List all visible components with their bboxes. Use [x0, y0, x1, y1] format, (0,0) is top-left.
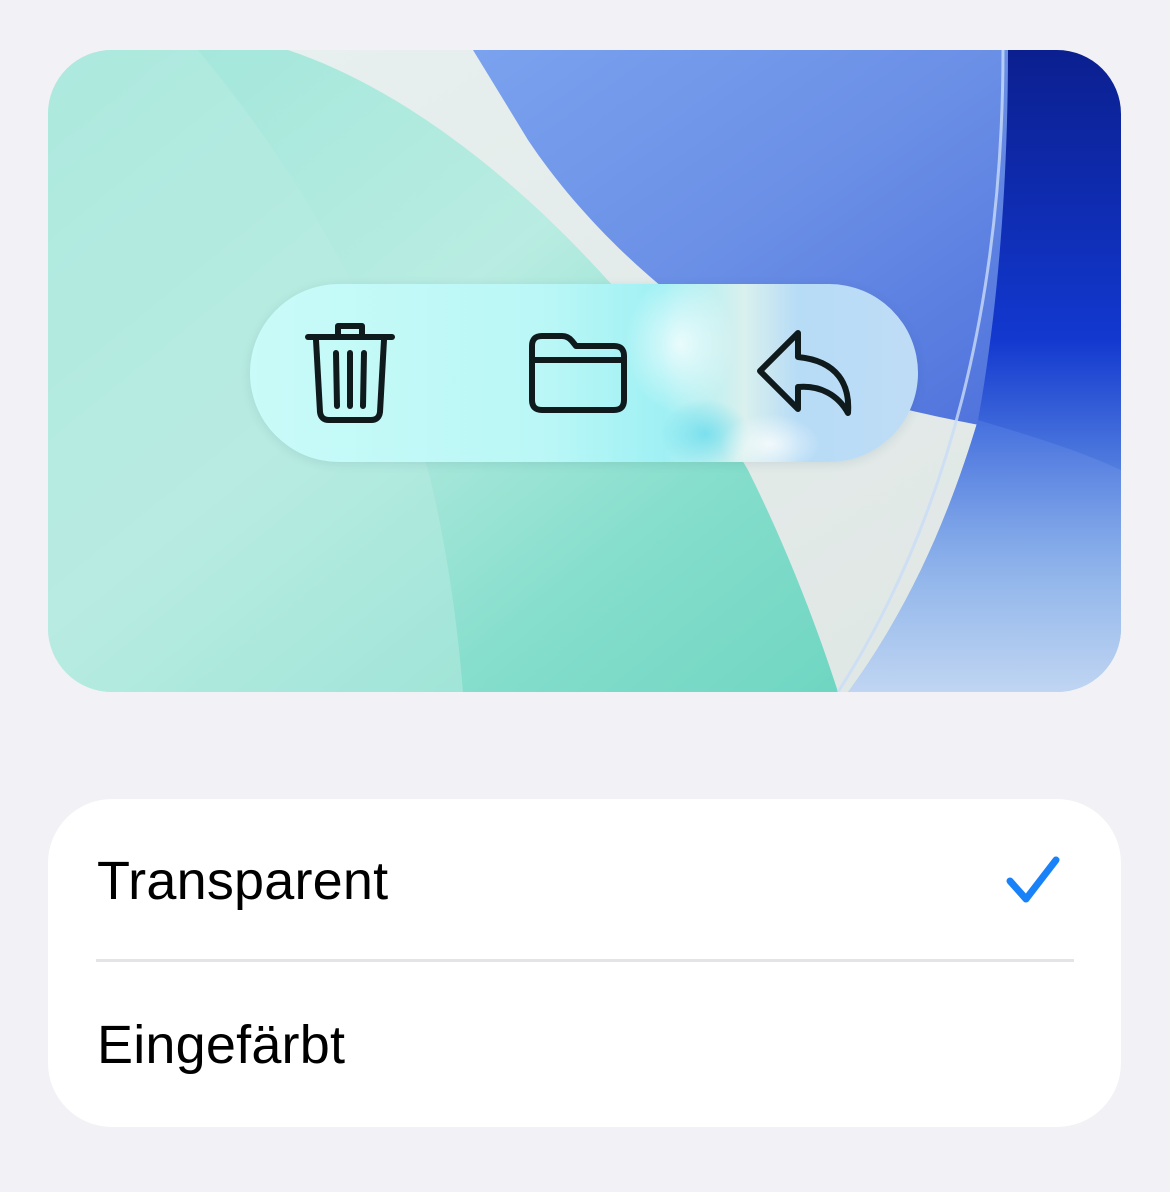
option-label: Eingefärbt	[97, 1015, 346, 1075]
divider	[96, 959, 1074, 962]
folder-icon	[529, 333, 627, 413]
option-transparent[interactable]: Transparent	[48, 799, 1121, 963]
glass-toolbar	[250, 284, 918, 462]
option-eingefaerbt[interactable]: Eingefärbt	[48, 963, 1121, 1127]
wallpaper-preview	[48, 50, 1121, 692]
reply-button[interactable]	[745, 313, 865, 433]
appearance-options-list: Transparent Eingefärbt	[48, 799, 1121, 1127]
trash-button[interactable]	[290, 313, 410, 433]
move-to-folder-button[interactable]	[517, 313, 637, 433]
trash-icon	[305, 323, 395, 423]
option-label: Transparent	[97, 851, 389, 911]
reply-icon	[757, 330, 852, 416]
checkmark-icon	[1006, 856, 1060, 903]
